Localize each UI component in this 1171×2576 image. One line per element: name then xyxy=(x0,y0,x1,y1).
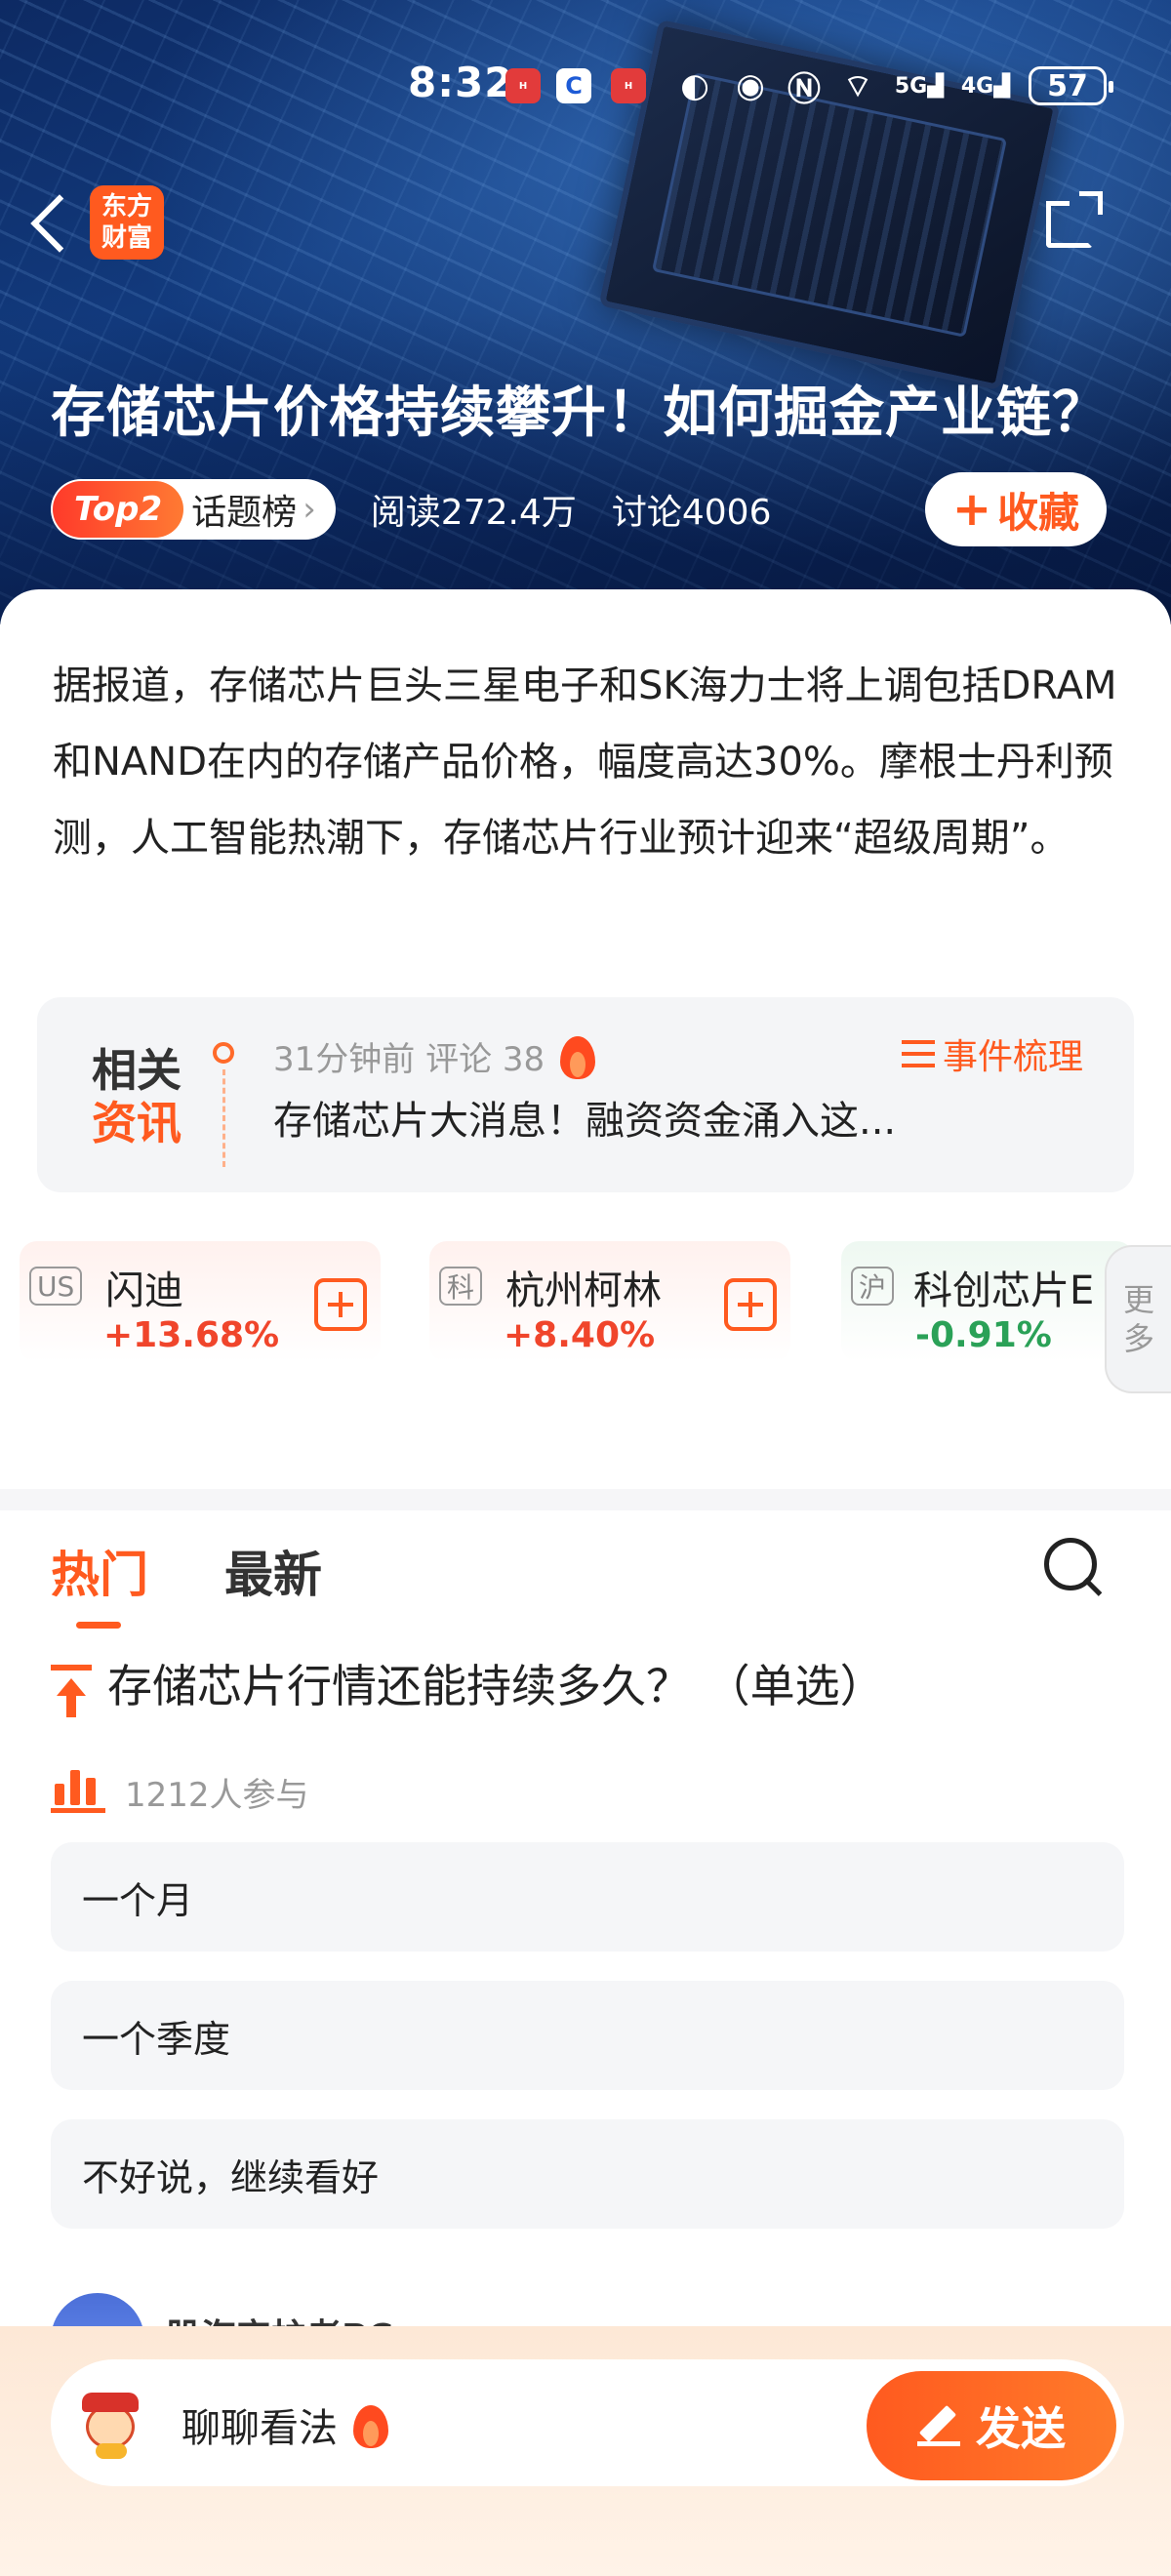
eye-icon: ◉ xyxy=(736,66,765,105)
wifi-icon: ⌔ xyxy=(842,67,873,104)
notification-app-icon: H xyxy=(505,68,541,103)
poll-option[interactable]: 一个月 xyxy=(51,1842,1124,1952)
pen-icon xyxy=(917,2404,960,2447)
section-divider xyxy=(0,1489,1171,1510)
stock-card[interactable]: 沪 科创芯片E -0.91% xyxy=(841,1241,1134,1362)
poll-option[interactable]: 不好说，继续看好 xyxy=(51,2119,1124,2229)
related-stocks: US 闪迪 +13.68% 科 杭州柯林 +8.40% 沪 科创芯片E -0.9… xyxy=(0,1241,1171,1368)
add-watchlist-button[interactable] xyxy=(314,1278,367,1331)
poll-question: 存储芯片行情还能持续多久？ （单选） xyxy=(107,1660,885,1712)
poll-participants: 1212人参与 xyxy=(125,1776,309,1815)
nfc-icon: ◐ xyxy=(680,66,709,105)
market-tag: US xyxy=(29,1267,83,1306)
pinned-poll-icon xyxy=(51,1665,92,1717)
stock-name: 杭州柯林 xyxy=(505,1268,662,1313)
topic-title: 存储芯片价格持续攀升！如何掘金产业链？ xyxy=(51,382,1108,445)
share-icon[interactable] xyxy=(1042,191,1103,252)
search-icon[interactable] xyxy=(1040,1534,1105,1598)
battery-icon: 57 xyxy=(1029,66,1113,105)
discussion-count: 讨论4006 xyxy=(611,493,772,533)
news-meta: 31分钟前 评论 38 xyxy=(273,1030,599,1081)
comment-placeholder[interactable]: 聊聊看法 xyxy=(182,2396,392,2453)
timeline-dot xyxy=(213,1042,234,1064)
status-bar: 8:32 H C H ◐ ◉ Ⓝ ⌔ 5G ▟ 4G ▟ 57 xyxy=(0,59,1171,113)
topic-summary: 据报道，存储芯片巨头三星电子和SK海力士将上调包括DRAM和NAND在内的存储产… xyxy=(53,664,1117,861)
fire-icon xyxy=(349,2399,392,2450)
more-stocks-button[interactable]: 更 多 xyxy=(1105,1245,1171,1393)
read-count: 阅读272.4万 xyxy=(370,493,577,533)
send-button[interactable]: 发送 xyxy=(867,2371,1116,2480)
rank-label: 话题榜 xyxy=(191,493,298,533)
chevron-right-icon: › xyxy=(303,490,316,529)
signal-5g-icon: 5G ▟ xyxy=(894,73,945,99)
app-logo: 东方 财富 xyxy=(90,185,164,260)
fire-icon xyxy=(556,1030,599,1081)
related-news-card[interactable]: 相关 资讯 31分钟前 评论 38 事件梳理 存储芯片大消息！融资资金涌入这..… xyxy=(37,997,1134,1192)
topic-rank-link[interactable]: Top2 话题榜 › xyxy=(51,479,336,540)
stock-change: +13.68% xyxy=(103,1315,280,1355)
related-news-title: 相关 资讯 xyxy=(92,1044,182,1149)
favorite-button[interactable]: + 收藏 xyxy=(925,472,1107,546)
stock-name: 科创芯片E xyxy=(913,1268,1095,1313)
signal-4g-icon: 4G ▟ xyxy=(960,73,1011,99)
event-timeline-link[interactable]: 事件梳理 xyxy=(902,1028,1083,1079)
n-icon: Ⓝ xyxy=(787,69,821,109)
bar-chart-icon xyxy=(51,1766,105,1813)
add-watchlist-button[interactable] xyxy=(724,1278,777,1331)
poll-option[interactable]: 一个季度 xyxy=(51,1981,1124,2090)
notification-app-icon: C xyxy=(556,68,591,103)
plus-icon: + xyxy=(951,482,992,537)
mascot-icon xyxy=(72,2387,150,2465)
page: 8:32 H C H ◐ ◉ Ⓝ ⌔ 5G ▟ 4G ▟ 57 东方 财富 存储芯片… xyxy=(0,0,1171,2576)
summary-card: 据报道，存储芯片巨头三星电子和SK海力士将上调包括DRAM和NAND在内的存储产… xyxy=(0,589,1171,960)
market-tag: 科 xyxy=(439,1267,483,1306)
notification-app-icon: H xyxy=(611,68,646,103)
back-button[interactable] xyxy=(23,185,82,263)
stock-name: 闪迪 xyxy=(105,1268,183,1313)
stock-change: +8.40% xyxy=(504,1315,656,1355)
stock-card[interactable]: US 闪迪 +13.68% xyxy=(20,1241,381,1362)
stock-card[interactable]: 科 杭州柯林 +8.40% xyxy=(429,1241,790,1362)
topic-meta: Top2 话题榜 › 阅读272.4万 讨论4006 xyxy=(51,478,771,541)
news-headline[interactable]: 存储芯片大消息！融资资金涌入这... xyxy=(273,1089,896,1146)
active-tab-indicator xyxy=(76,1622,121,1629)
list-icon xyxy=(902,1040,935,1067)
stock-change: -0.91% xyxy=(915,1315,1052,1355)
rank-badge: Top2 xyxy=(53,481,184,538)
tab-latest[interactable]: 最新 xyxy=(224,1536,322,1606)
market-tag: 沪 xyxy=(851,1267,895,1306)
status-time: 8:32 xyxy=(408,59,514,106)
tab-hot[interactable]: 热门 xyxy=(51,1536,148,1606)
